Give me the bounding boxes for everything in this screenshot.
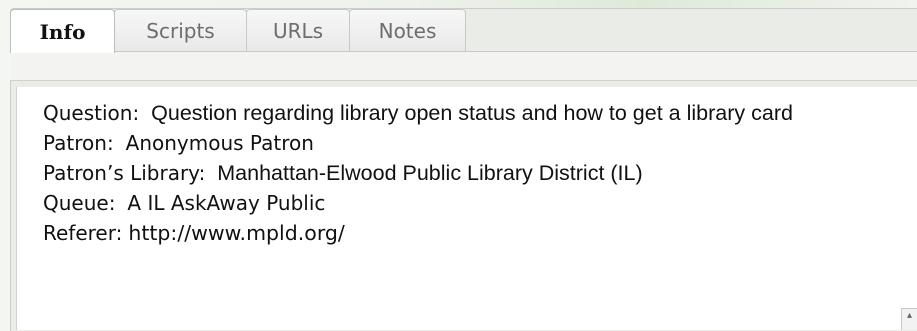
patron-library-value: Manhattan-Elwood Public Library District… xyxy=(217,161,643,185)
referer-row: Referer: http://www.mpld.org/ xyxy=(43,218,863,248)
tab-scripts[interactable]: Scripts xyxy=(114,9,247,51)
patron-library-label: Patron’s Library: xyxy=(43,161,206,185)
info-content: Question: Question regarding library ope… xyxy=(16,87,917,330)
queue-row: Queue: A IL AskAway Public xyxy=(43,188,863,218)
referer-link[interactable]: http://www.mpld.org/ xyxy=(128,221,344,245)
queue-label: Queue: xyxy=(43,191,116,215)
tab-info[interactable]: Info xyxy=(10,9,115,53)
question-value: Question regarding library open status a… xyxy=(151,101,793,125)
tab-urls[interactable]: URLs xyxy=(246,9,350,51)
question-label: Question: xyxy=(43,101,140,125)
patron-row: Patron: Anonymous Patron xyxy=(43,128,863,158)
question-row: Question: Question regarding library ope… xyxy=(43,98,863,128)
scroll-arrow-icon[interactable]: ▴ xyxy=(901,308,917,330)
tab-toolbar-strip xyxy=(10,51,917,81)
patron-label: Patron: xyxy=(43,131,114,155)
patron-value: Anonymous Patron xyxy=(125,131,314,155)
patron-library-row: Patron’s Library: Manhattan-Elwood Publi… xyxy=(43,158,863,188)
info-details: Question: Question regarding library ope… xyxy=(43,98,863,248)
queue-value: A IL AskAway Public xyxy=(127,191,326,215)
referer-label: Referer: xyxy=(43,221,123,245)
tab-bar: Info Scripts URLs Notes xyxy=(10,9,466,53)
tab-notes[interactable]: Notes xyxy=(349,9,466,51)
